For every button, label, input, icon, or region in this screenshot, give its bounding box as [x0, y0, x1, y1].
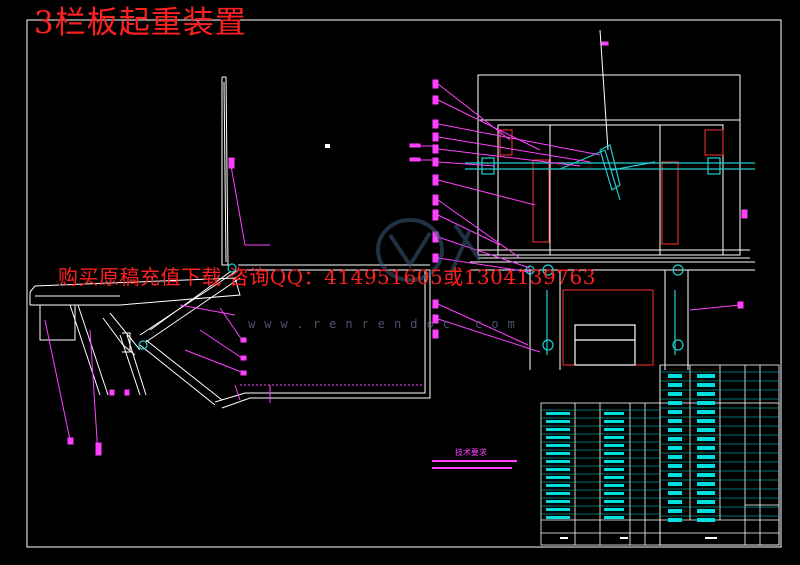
technical-notes	[432, 460, 517, 469]
left-callouts	[44, 157, 425, 456]
red-details	[499, 129, 724, 366]
drawing-title: 3栏板起重装置	[34, 5, 247, 41]
view-marker	[325, 144, 330, 148]
right-callouts	[409, 41, 748, 353]
promo-text: 购买原稿充值下载 咨询QQ：414951605或1304139763	[58, 265, 596, 289]
watermark: www.renrendoc.com	[248, 317, 524, 331]
technical-notes-title: 技术要求	[455, 448, 487, 457]
title-block-marks	[560, 537, 717, 539]
parts-table	[540, 364, 780, 546]
